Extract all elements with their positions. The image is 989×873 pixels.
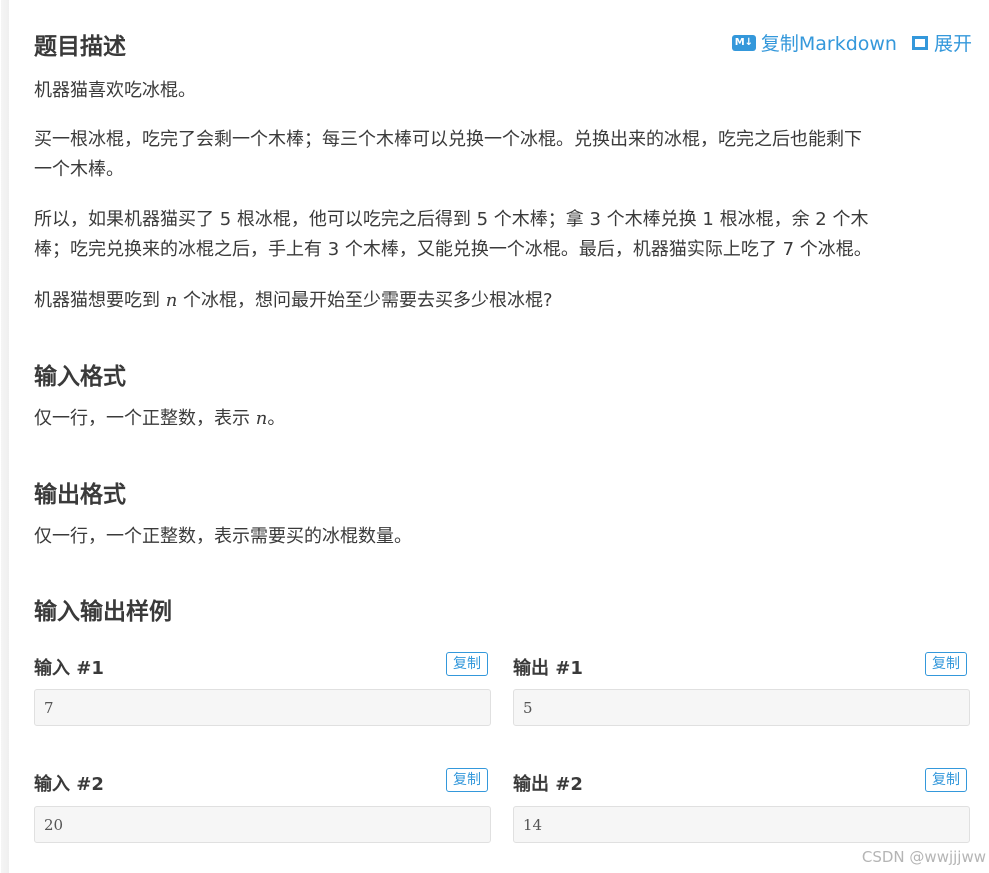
output-format-text: 仅一行，一个正整数，表示需要买的冰棍数量。 [34,526,412,547]
problem-paragraph-3: 所以，如果机器猫买了 5 根冰棍，他可以吃完之后得到 5 个木棒；拿 3 个木棒… [34,209,872,260]
problem-card: 题目描述 M↓ 复制Markdown 展开 机器猫喜欢吃冰棍。 买一根冰棍，吃完… [1,0,989,873]
sample-output-label: 输出 #2 [513,774,583,795]
sample-output-label: 输出 #1 [513,658,583,679]
math-variable-n: n [165,290,178,311]
copy-output-2-button[interactable]: 复制 [925,768,967,792]
sample-input-box: 20 [34,806,491,843]
copy-input-2-button[interactable]: 复制 [446,768,488,792]
math-variable-n: n [255,408,268,429]
sample-output-box: 5 [513,689,970,726]
sample-input-label: 输入 #1 [34,658,104,679]
sample-input-box: 7 [34,689,491,726]
copy-markdown-label: 复制Markdown [760,33,897,55]
toolbar: M↓ 复制Markdown 展开 [731,29,972,56]
problem-paragraph-1: 机器猫喜欢吃冰棍。 [34,80,196,101]
expand-button[interactable]: 展开 [911,29,972,56]
input-format-text: 仅一行，一个正整数，表示 n。 [34,408,286,429]
sample-output-box: 14 [513,806,970,843]
samples-title: 输入输出样例 [34,599,172,625]
problem-paragraph-4: 机器猫想要吃到 n 个冰棍，想问最开始至少需要去买多少根冰棍? [34,290,553,311]
output-format-title: 输出格式 [34,482,126,508]
copy-markdown-button[interactable]: M↓ 复制Markdown [731,29,897,56]
input-format-title: 输入格式 [34,364,126,390]
expand-label: 展开 [933,33,972,55]
problem-title: 题目描述 [34,34,126,60]
csdn-watermark: CSDN @wwjjjww [861,848,986,866]
sample-input-label: 输入 #2 [34,774,104,795]
markdown-icon: M↓ [731,34,756,51]
problem-paragraph-2: 买一根冰棍，吃完了会剩一个木棒；每三个木棒可以兑换一个冰棍。兑换出来的冰棍，吃完… [34,129,862,180]
expand-icon [911,35,929,51]
copy-output-1-button[interactable]: 复制 [925,652,967,676]
copy-input-1-button[interactable]: 复制 [446,652,488,676]
